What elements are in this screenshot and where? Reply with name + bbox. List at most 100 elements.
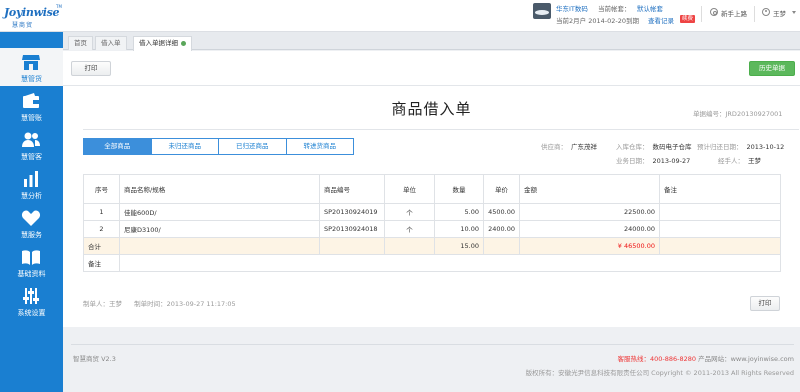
table-cell: 尼康D3100/: [119, 220, 320, 238]
creator: 制单人：王梦: [83, 300, 122, 308]
logo[interactable]: Joyinwise TM 慧商贸: [0, 0, 64, 32]
store-avatar[interactable]: [533, 3, 551, 19]
hotline-number: 400-886-8280: [649, 355, 696, 363]
table-row: 2 尼康D3100/ SP20130924018 个 10.00 2400.00…: [83, 220, 781, 238]
sidebar: 慧管货 慧管账 慧管客 慧分析 慧服务 基础资料 系统设置: [0, 32, 63, 392]
history-documents-button[interactable]: 历史单据: [749, 61, 795, 76]
business-date-value: 2013-09-27: [652, 157, 691, 165]
table-cell: SP20130924019: [319, 203, 385, 221]
table-cell: 5.00: [434, 203, 484, 221]
hotline-label: 客服热线：: [617, 355, 650, 363]
table-cell: [119, 237, 320, 255]
tab-borrow-list[interactable]: 借入单: [95, 36, 127, 50]
renew-badge[interactable]: 续费: [680, 15, 696, 23]
current-account-link[interactable]: 默认帐套: [637, 3, 663, 13]
filter-tab-converted[interactable]: 转进货商品: [287, 139, 354, 154]
sidebar-item-accounts[interactable]: 慧管账: [0, 87, 63, 125]
store-name[interactable]: 华东IT数码: [556, 3, 588, 13]
table-cell: [659, 203, 781, 221]
tab-label: 借入单据详细: [139, 39, 178, 47]
created-time: 制单时间：2013-09-27 11:17:05: [134, 300, 236, 308]
column-header: 单位: [384, 174, 435, 204]
sidebar-item-settings[interactable]: 系统设置: [0, 282, 63, 320]
logo-text: Joyinwise: [4, 6, 60, 19]
period-text: 当前2月户: [556, 17, 587, 25]
period-date: 2014-02-20到期: [588, 17, 639, 25]
filter-tab-all[interactable]: 全部商品: [84, 139, 152, 154]
website-link[interactable]: 产品网站：www.joyinwise.com: [698, 355, 794, 363]
newbie-guide-link[interactable]: 新手上路: [721, 8, 747, 18]
bar-chart-icon: [24, 171, 38, 187]
return-date-field: 预计归还日期： 2013-10-12: [697, 141, 784, 151]
current-account-label: 当前帐套：: [598, 5, 631, 13]
table-remark-row: 备注: [83, 254, 781, 272]
column-header: 序号: [83, 174, 120, 204]
sidebar-item-analysis[interactable]: 慧分析: [0, 165, 63, 203]
heart-icon: [21, 210, 41, 226]
page-title: 商品借入单: [391, 100, 472, 118]
login-log-link[interactable]: 查看记录: [648, 15, 674, 25]
table-cell: 2400.00: [483, 220, 520, 238]
print-button[interactable]: 打印: [71, 61, 111, 76]
return-date-value: 2013-10-12: [746, 143, 785, 151]
chevron-down-icon[interactable]: [792, 11, 796, 14]
handler-label: 经手人：: [718, 157, 744, 165]
total-quantity: 15.00: [434, 237, 484, 255]
table-cell: [659, 237, 781, 255]
column-header: 单价: [483, 174, 520, 204]
column-header: 金额: [519, 174, 660, 204]
table-cell: SP20130924018: [319, 220, 385, 238]
toolbar: 打印 历史单据: [63, 51, 800, 85]
wallet-icon: [23, 93, 39, 108]
table-row: 1 佳能600D/ SP20130924019 个 5.00 4500.00 2…: [83, 203, 781, 221]
tab-label: 首页: [74, 39, 87, 47]
tab-bar: 首页 借入单 借入单据详细: [63, 32, 800, 51]
sidebar-item-goods[interactable]: 慧管货: [0, 48, 63, 86]
remark-value: [119, 254, 781, 272]
print-button-bottom[interactable]: 打印: [750, 296, 780, 311]
help-circle-icon[interactable]: [710, 8, 718, 16]
table-cell: [659, 220, 781, 238]
filter-tab-unreturned[interactable]: 未归还商品: [152, 139, 219, 154]
goods-filter-tabs: 全部商品 未归还商品 已归还商品 转进货商品: [83, 138, 354, 155]
version-text: 智慧商贸 V2.3: [73, 355, 116, 363]
tab-label: 借入单: [101, 39, 121, 47]
warehouse-label: 入库仓库：: [616, 143, 649, 151]
user-icon[interactable]: [762, 8, 770, 16]
goods-table: 序号 商品名称/规格 商品编号 单位 数量 单价 金额 备注 1 佳能600D/…: [83, 174, 781, 272]
column-header: 备注: [659, 174, 781, 204]
sidebar-item-service[interactable]: 慧服务: [0, 204, 63, 242]
handler-field: 经手人： 王梦: [718, 155, 761, 165]
warehouse-value: 数码电子仓库: [652, 143, 692, 151]
store-icon: [22, 55, 40, 70]
table-cell: [384, 237, 435, 255]
table-total-row: 合计 15.00 ¥ 46500.00: [83, 237, 781, 255]
table-cell: [319, 237, 385, 255]
table-cell: 24000.00: [519, 220, 660, 238]
sidebar-item-basic-data[interactable]: 基础资料: [0, 243, 63, 281]
table-cell: 佳能600D/: [119, 203, 320, 221]
sliders-icon: [23, 288, 39, 304]
column-header: 商品名称/规格: [119, 174, 320, 204]
column-header: 数量: [434, 174, 484, 204]
sidebar-item-customers[interactable]: 慧管客: [0, 126, 63, 164]
page-footer: 智慧商贸 V2.3 客服热线：400-886-8280 产品网站：www.joy…: [63, 342, 800, 392]
user-name[interactable]: 王梦: [773, 8, 786, 18]
users-icon: [22, 132, 40, 147]
book-icon: [22, 250, 40, 265]
document-footer-meta: 制单人：王梦 制单时间：2013-09-27 11:17:05: [83, 298, 236, 308]
table-cell: 2: [83, 220, 120, 238]
sidebar-item-label: 系统设置: [17, 309, 46, 317]
filter-tab-returned[interactable]: 已归还商品: [219, 139, 287, 154]
tab-home[interactable]: 首页: [68, 36, 93, 50]
document-panel: 商品借入单 单据编号：JRD20130927001 全部商品 未归还商品 已归还…: [63, 85, 800, 327]
supplier-label: 供应商：: [541, 143, 567, 151]
tab-borrow-detail[interactable]: 借入单据详细: [133, 36, 192, 51]
return-date-label: 预计归还日期：: [697, 143, 743, 151]
business-date-label: 业务日期：: [616, 157, 649, 165]
close-icon[interactable]: [181, 40, 186, 46]
table-cell: 1: [83, 203, 120, 221]
business-date-field: 业务日期： 2013-09-27: [616, 155, 690, 165]
logo-chinese: 慧商贸: [12, 22, 34, 29]
table-cell: 4500.00: [483, 203, 520, 221]
